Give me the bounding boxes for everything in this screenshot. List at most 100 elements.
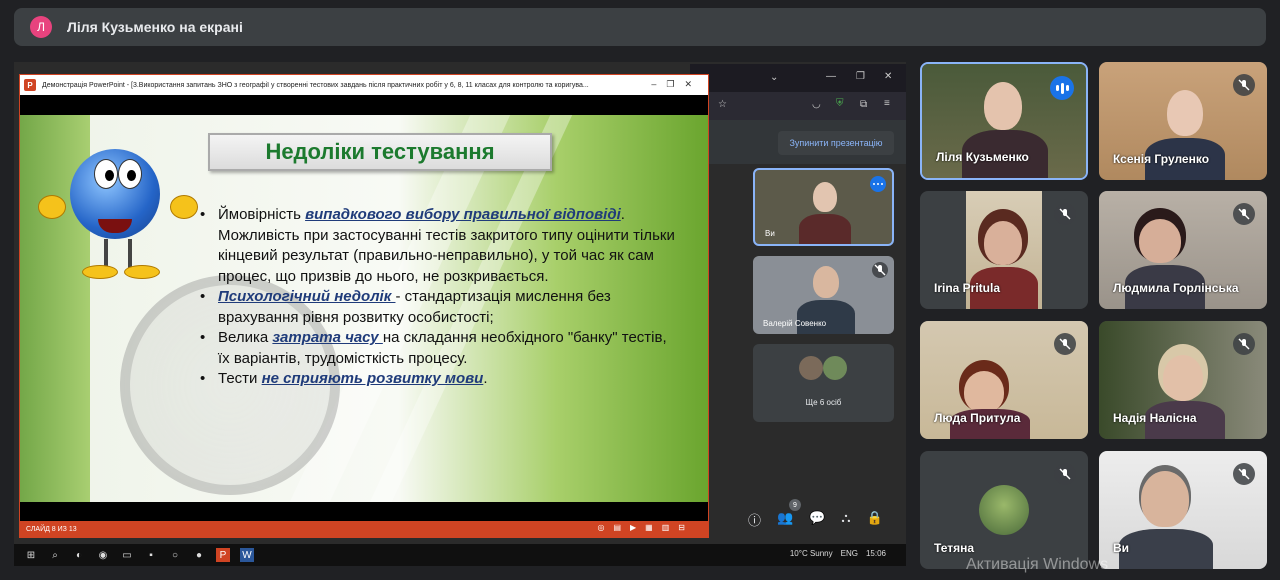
mic-off-icon xyxy=(1054,333,1076,355)
bullet-text: . xyxy=(483,370,488,387)
more-avatar-2 xyxy=(823,356,847,380)
participant-face xyxy=(984,221,1022,265)
chrome-icon[interactable]: ◉ xyxy=(96,548,110,562)
meet-controls: ⓘ 👥 💬 ⛬ 🔒 xyxy=(748,510,883,529)
bullet-emphasis: Психологічний недолік xyxy=(218,288,396,305)
host-controls-icon[interactable]: 🔒 xyxy=(867,510,883,529)
inner-valeriy-body xyxy=(797,300,855,334)
mascot-shoe xyxy=(82,265,118,279)
participant-tile-irina[interactable]: Irina Pritula xyxy=(920,191,1088,309)
mascot-eye xyxy=(118,159,142,189)
mic-off-icon xyxy=(1054,203,1076,225)
participant-face xyxy=(1141,471,1189,527)
powerpoint-icon: P xyxy=(24,79,36,91)
browser-toolbar: ☆ ◡ ⛨ ⧉ ≡ xyxy=(690,92,906,120)
folder-icon[interactable]: ▭ xyxy=(120,548,134,562)
bullet-text: Ймовірність xyxy=(218,206,306,223)
slide-heading: Недоліки тестування xyxy=(265,139,495,164)
slide-bullets: Ймовірність випадкового вибору правильно… xyxy=(200,205,680,390)
bookmark-star-icon[interactable]: ☆ xyxy=(718,99,727,110)
participant-tile-liudmyla[interactable]: Людмила Горлінська xyxy=(1099,191,1267,309)
participant-tile-self[interactable]: Ви xyxy=(1099,451,1267,569)
more-people-label: Ще 6 осіб xyxy=(805,398,842,407)
slideshow-view-icons[interactable]: ◎▤▶▦▥⊟ xyxy=(597,523,694,532)
weather-text: 10°C Sunny xyxy=(789,549,833,558)
participant-face xyxy=(964,371,1004,413)
mic-off-icon xyxy=(1054,463,1076,485)
notes-icon[interactable]: ▪ xyxy=(144,548,158,562)
windows-start-icon[interactable]: ⊞ xyxy=(24,548,38,562)
bullet-text: Тести xyxy=(218,370,262,387)
participant-tile-lilia[interactable]: Ліля Кузьменко xyxy=(920,62,1088,180)
inner-valeriy-label: Валерій Совенко xyxy=(763,319,827,328)
info-icon[interactable]: ⓘ xyxy=(748,510,761,529)
ppt-window-title: Демонстрація PowerPoint - [3.Використанн… xyxy=(42,81,589,89)
restore-icon[interactable]: ❐ xyxy=(856,71,865,82)
slide-heading-box: Недоліки тестування xyxy=(208,133,552,171)
browser-titlebar: ⌄ — ❐ ✕ xyxy=(690,64,906,92)
chevron-down-icon[interactable]: ⌄ xyxy=(770,72,778,83)
inner-valeriy-tile: Валерій Совенко xyxy=(753,256,894,334)
mic-off-icon xyxy=(1233,333,1255,355)
menu-icon[interactable]: ≡ xyxy=(884,98,890,109)
stop-presentation-button[interactable]: Зупинити презентацію xyxy=(778,131,894,155)
participant-body xyxy=(1119,529,1213,569)
mascot-hand xyxy=(38,195,66,219)
close-icon[interactable]: ✕ xyxy=(884,71,892,82)
minimize-icon[interactable]: — xyxy=(826,71,836,82)
participant-name: Ксенія Груленко xyxy=(1113,152,1210,166)
pocket-icon[interactable]: ◡ xyxy=(812,99,821,110)
word-taskbar-icon[interactable]: W xyxy=(240,548,254,562)
ppt-titlebar: P Демонстрація PowerPoint - [3.Використа… xyxy=(20,75,708,95)
ppt-window-controls[interactable]: –❐✕ xyxy=(651,79,702,90)
inner-self-face xyxy=(813,182,837,212)
search-icon[interactable]: ⌕ xyxy=(48,548,62,562)
powerpoint-taskbar-icon[interactable]: P xyxy=(216,548,230,562)
extensions-icon[interactable]: ⧉ xyxy=(860,99,867,110)
ppt-statusbar: СЛАЙД 8 ИЗ 13 ◎▤▶▦▥⊟ xyxy=(20,521,708,537)
more-avatar-1 xyxy=(799,356,823,380)
inner-valeriy-face xyxy=(813,266,839,298)
participant-face xyxy=(1167,90,1203,136)
system-tray: 10°C Sunny ENG 15:06 xyxy=(790,549,886,558)
inner-self-label: Ви xyxy=(765,229,775,238)
presenter-avatar: Л xyxy=(30,16,52,38)
chat-icon[interactable]: 💬 xyxy=(809,510,825,529)
participant-name: Ліля Кузьменко xyxy=(936,150,1029,164)
speaking-indicator-icon xyxy=(1050,76,1074,100)
people-icon[interactable]: 👥 xyxy=(777,510,793,529)
participant-tile-ksenia[interactable]: Ксенія Груленко xyxy=(1099,62,1267,180)
participant-name: Irina Pritula xyxy=(934,281,1001,295)
mascot-eye xyxy=(94,159,118,189)
windows-taskbar: ⊞ ⌕ ◐ ◉ ▭ ▪ ○ ● P W 10°C Sunny ENG 15:06 xyxy=(14,544,906,566)
opera-icon[interactable]: ○ xyxy=(168,548,182,562)
participant-avatar xyxy=(979,485,1029,535)
windows-activation-watermark: Активація Windows xyxy=(966,556,1109,573)
participant-name: Ви xyxy=(1113,541,1130,555)
participant-tile-nadiia[interactable]: Надія Налісна xyxy=(1099,321,1267,439)
mic-off-icon xyxy=(1233,203,1255,225)
presenter-banner: Л Ліля Кузьменко на екрані xyxy=(14,8,1266,46)
participant-tile-liuda[interactable]: Люда Притула xyxy=(920,321,1088,439)
slide-bullet: Ймовірність випадкового вибору правильно… xyxy=(200,205,680,287)
more-options-icon[interactable] xyxy=(870,176,886,192)
activities-icon[interactable]: ⛬ xyxy=(841,510,850,529)
presenter-text: Ліля Кузьменко на екрані xyxy=(67,19,243,35)
shield-icon[interactable]: ⛨ xyxy=(836,98,844,109)
participant-tile-tetiana[interactable]: Тетяна xyxy=(920,451,1088,569)
firefox-icon[interactable]: ● xyxy=(192,548,206,562)
participant-face xyxy=(984,82,1022,130)
participant-face xyxy=(1163,355,1203,401)
edge-icon[interactable]: ◐ xyxy=(72,548,86,562)
language-indicator[interactable]: ENG xyxy=(841,549,858,558)
inner-more-tile[interactable]: Ще 6 осіб xyxy=(753,344,894,422)
powerpoint-window: P Демонстрація PowerPoint - [3.Використа… xyxy=(19,74,709,538)
slide-bullet: Психологічний недолік - стандартизація м… xyxy=(200,287,680,328)
bullet-emphasis: затрата часу xyxy=(272,329,383,346)
participant-name: Люда Притула xyxy=(934,411,1021,425)
slide-counter: СЛАЙД 8 ИЗ 13 xyxy=(26,525,77,533)
mic-off-icon xyxy=(1233,463,1255,485)
bullet-emphasis: випадкового вибору правильної відповіді xyxy=(305,206,621,223)
mic-off-icon xyxy=(872,262,888,278)
bullet-emphasis: не сприяють розвитку мови xyxy=(261,370,484,387)
